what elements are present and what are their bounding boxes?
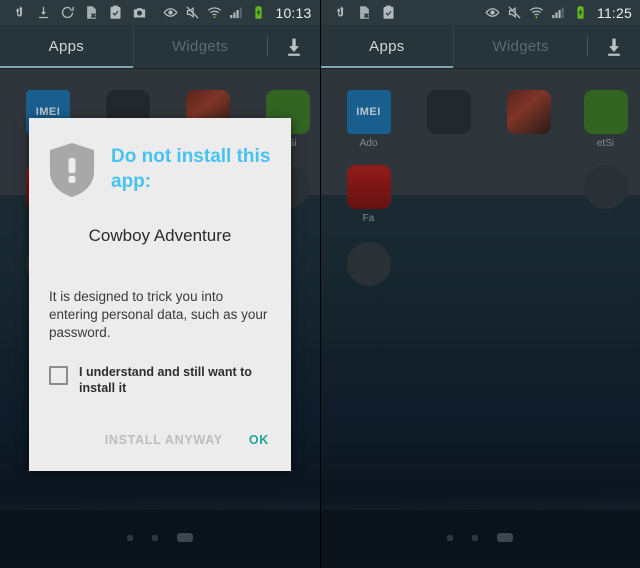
status-right-icons: 10:13: [163, 5, 319, 21]
screenshot-pair: IMEI Ado etSi Fa: [0, 0, 640, 568]
clipboard-check-icon: [108, 5, 123, 20]
screen-left: IMEI Ado etSi Fa: [0, 0, 320, 568]
usb-icon: [12, 5, 27, 20]
battery-icon: [251, 5, 266, 20]
understand-checkbox-row[interactable]: I understand and still want to install i…: [29, 364, 291, 396]
dialog-app-name: Cowboy Adventure: [88, 226, 232, 245]
sync-icon: [60, 5, 75, 20]
clipboard-check-icon: [381, 5, 396, 20]
file-error-icon: [357, 5, 372, 20]
warning-dialog: Do not install this app: Cowboy Adventur…: [29, 118, 291, 471]
tab-widgets[interactable]: Widgets: [454, 25, 587, 68]
wifi-icon: [207, 5, 222, 20]
tab-apps-label: Apps: [369, 38, 405, 55]
file-error-icon: [84, 5, 99, 20]
dialog-header: Do not install this app:: [29, 118, 291, 198]
screen-right: IMEI Ado etSi Fa 11:25 Apps Widgets: [319, 0, 640, 568]
status-clock: 11:25: [597, 4, 632, 21]
dialog-actions: INSTALL ANYWAY OK: [29, 429, 291, 451]
tab-widgets-label: Widgets: [492, 38, 549, 55]
wifi-icon: [529, 5, 544, 20]
tab-apps[interactable]: Apps: [320, 25, 455, 68]
status-left-icons: [0, 5, 163, 20]
usb-icon: [333, 5, 348, 20]
download-button[interactable]: [268, 25, 320, 68]
ok-button[interactable]: OK: [247, 429, 271, 451]
tab-widgets-label: Widgets: [171, 38, 229, 55]
install-anyway-button[interactable]: INSTALL ANYWAY: [103, 429, 225, 451]
download-icon: [284, 37, 304, 57]
signal-icon: [551, 5, 566, 20]
mute-icon: [507, 5, 522, 20]
understand-checkbox[interactable]: [49, 366, 68, 385]
battery-icon: [573, 5, 588, 20]
download-button[interactable]: [588, 25, 640, 68]
tab-widgets[interactable]: Widgets: [134, 25, 267, 68]
shield-warning-icon: [47, 142, 97, 198]
dialog-title: Do not install this app:: [111, 146, 271, 192]
dialog-scrim: [320, 0, 640, 568]
signal-icon: [229, 5, 244, 20]
download-icon: [604, 37, 624, 57]
understand-checkbox-label: I understand and still want to install i…: [79, 365, 252, 395]
eye-icon: [163, 5, 178, 20]
tab-apps[interactable]: Apps: [0, 25, 134, 68]
tab-apps-label: Apps: [48, 38, 85, 55]
status-bar: 10:13: [0, 0, 320, 25]
tab-bar: Apps Widgets: [320, 25, 640, 68]
camera-icon: [132, 5, 147, 20]
tab-bar: Apps Widgets: [0, 25, 320, 68]
status-right-icons: 11:25: [485, 5, 640, 21]
download-arrow-icon: [36, 5, 51, 20]
status-left-icons: [321, 5, 486, 20]
status-clock: 10:13: [275, 4, 312, 21]
eye-icon: [485, 5, 500, 20]
dialog-body-text: It is designed to trick you into enterin…: [49, 289, 268, 340]
mute-icon: [185, 5, 200, 20]
status-bar: 11:25: [320, 0, 640, 25]
